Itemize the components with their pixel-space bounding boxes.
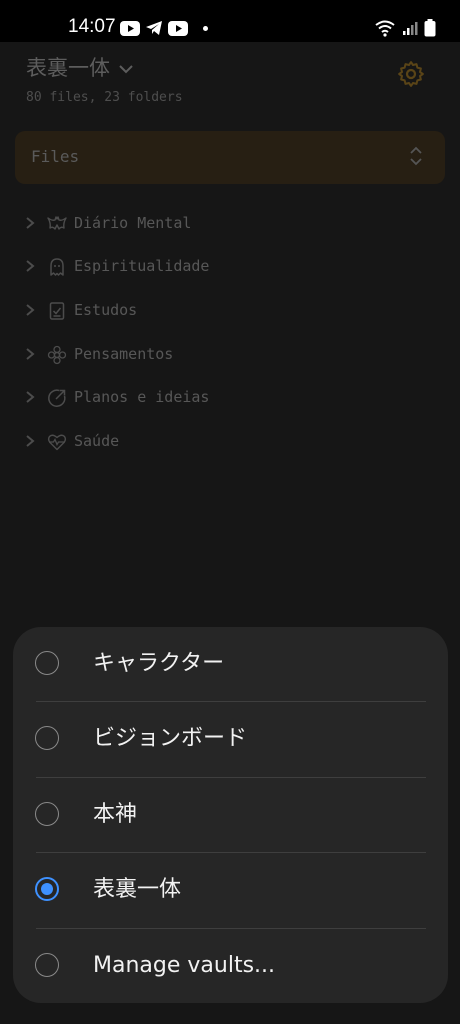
wifi-icon [375, 20, 395, 37]
heart-pulse-icon [47, 434, 67, 451]
vault-option-label: 表裏一体 [93, 877, 182, 902]
bat-icon [47, 216, 67, 230]
radio-button[interactable] [35, 726, 59, 750]
vault-option-label: ビジョンボード [93, 726, 248, 751]
folder-label: Diário Mental [74, 214, 192, 232]
vault-option-label: 本神 [93, 802, 138, 827]
radio-dot [41, 883, 53, 895]
radio-button[interactable] [35, 802, 59, 826]
chevron-right-icon [26, 304, 35, 316]
radio-button[interactable] [35, 651, 59, 675]
youtube-icon [168, 20, 188, 36]
chevron-right-icon [26, 391, 35, 403]
system-icons [374, 17, 436, 39]
status-bar: 14:07 [0, 0, 460, 42]
vault-option-selected[interactable]: 表裏一体 [13, 853, 448, 928]
youtube-icon [120, 20, 140, 36]
ghost-icon [50, 258, 64, 276]
vault-title: 表裏一体 [26, 56, 110, 80]
vault-stats: 80 files, 23 folders [26, 90, 183, 105]
folder-label: Planos e ideias [74, 388, 210, 406]
vault-option[interactable]: キャラクター [13, 627, 448, 702]
folder-item[interactable]: Planos e ideias [0, 378, 460, 418]
telegram-icon [146, 21, 162, 35]
chevron-right-icon [26, 217, 35, 229]
status-time: 14:07 [68, 16, 116, 37]
chevron-right-icon [26, 348, 35, 360]
chevron-right-icon [26, 260, 35, 272]
manage-vaults-label: Manage vaults... [93, 953, 276, 978]
vault-option-label: キャラクター [93, 651, 225, 676]
up-down-arrows-icon [410, 146, 422, 166]
vault-option[interactable]: 本神 [13, 778, 448, 853]
notification-icons [120, 18, 208, 38]
folder-item[interactable]: Estudos [0, 291, 460, 331]
vault-selection-sheet: キャラクター ビジョンボード 本神 表裏一体 Manage vaults... [13, 627, 448, 1003]
manage-vaults-option[interactable]: Manage vaults... [13, 929, 448, 1004]
flower-icon [47, 345, 67, 365]
folder-label: Saúde [74, 432, 120, 450]
folder-item[interactable]: Pensamentos [0, 335, 460, 375]
radio-button-selected[interactable] [35, 877, 59, 901]
signal-icon [403, 22, 418, 35]
folder-item[interactable]: Espiritualidade [0, 247, 460, 287]
vault-option[interactable]: ビジョンボード [13, 702, 448, 777]
external-link-circle-icon [48, 389, 66, 407]
files-dropdown[interactable]: Files [15, 131, 445, 184]
folder-label: Estudos [74, 301, 138, 319]
files-dropdown-label: Files [31, 147, 80, 166]
folder-item[interactable]: Diário Mental [0, 204, 460, 244]
folder-item[interactable]: Saúde [0, 422, 460, 462]
gear-icon[interactable] [396, 59, 426, 89]
folder-label: Pensamentos [74, 345, 174, 363]
chevron-down-icon [119, 65, 133, 74]
dot-icon [203, 25, 208, 31]
folder-label: Espiritualidade [74, 257, 210, 275]
chevron-right-icon [26, 435, 35, 447]
vault-switcher[interactable]: 表裏一体 [26, 52, 134, 82]
radio-button[interactable] [35, 953, 59, 977]
clipboard-check-icon [49, 302, 65, 320]
battery-icon [424, 19, 436, 37]
